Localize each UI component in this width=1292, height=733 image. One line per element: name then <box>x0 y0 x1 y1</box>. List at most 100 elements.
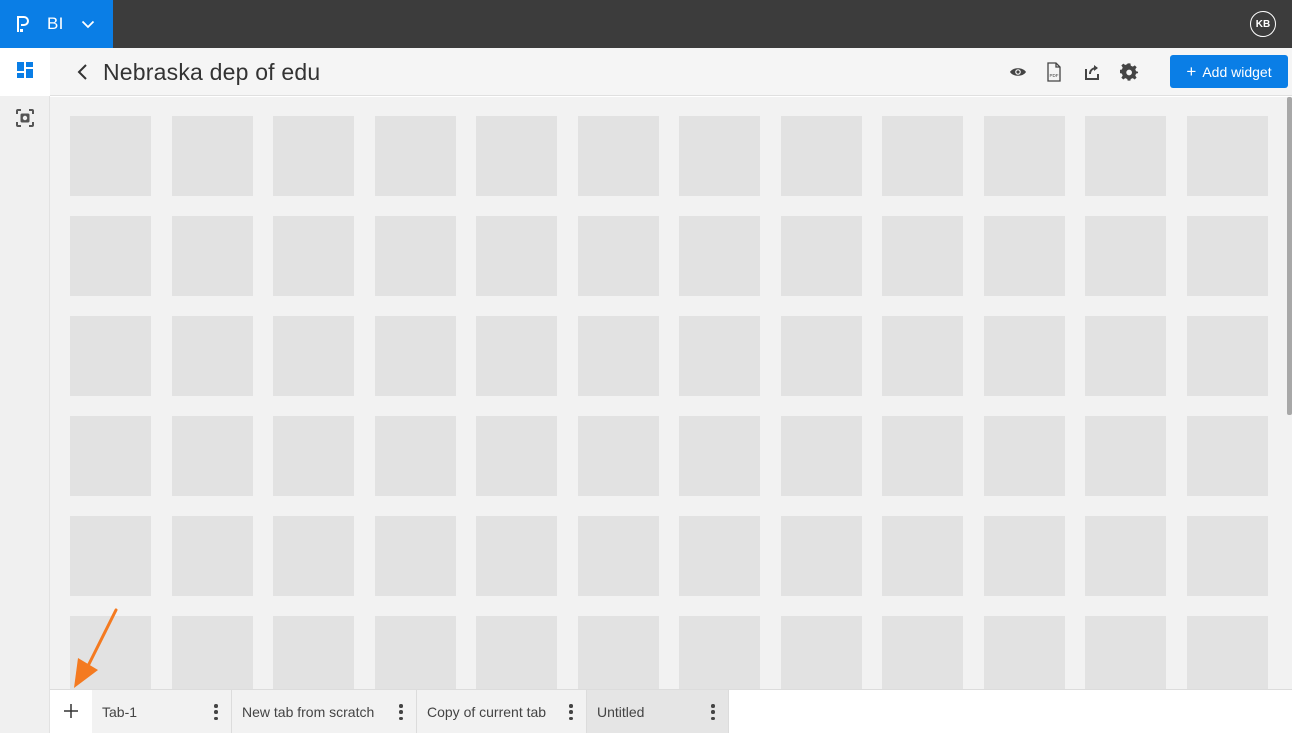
placeholder-cell <box>983 316 1065 396</box>
app-switcher[interactable]: BI <box>0 0 113 48</box>
placeholder-cell <box>577 116 659 196</box>
nav-item-scan[interactable] <box>0 96 50 144</box>
back-button[interactable] <box>70 60 94 84</box>
add-widget-button[interactable]: + Add widget <box>1170 55 1288 88</box>
placeholder-cell <box>273 316 354 396</box>
placeholder-cell <box>476 616 557 689</box>
placeholder-cell <box>1085 616 1166 689</box>
placeholder-cell <box>780 216 862 296</box>
placeholder-cell <box>780 616 862 689</box>
more-vertical-icon[interactable] <box>398 704 404 720</box>
placeholder-cell <box>983 216 1065 296</box>
placeholder-cell <box>882 316 963 396</box>
placeholder-cell <box>70 216 151 296</box>
more-vertical-icon[interactable] <box>568 704 574 720</box>
add-tab-button[interactable] <box>60 700 82 722</box>
product-logo-icon <box>14 12 32 36</box>
placeholder-cell <box>679 616 760 689</box>
tab-copy-of-current-tab[interactable]: Copy of current tab <box>417 690 587 733</box>
placeholder-cell <box>273 216 354 296</box>
placeholder-cell <box>882 616 963 689</box>
placeholder-cell <box>273 616 354 689</box>
placeholder-cell <box>476 516 557 596</box>
placeholder-cell <box>679 216 760 296</box>
placeholder-cell <box>1085 516 1166 596</box>
more-vertical-icon[interactable] <box>710 704 716 720</box>
placeholder-cell <box>780 116 862 196</box>
placeholder-cell <box>577 516 659 596</box>
placeholder-cell <box>882 116 963 196</box>
placeholder-cell <box>1186 116 1268 196</box>
placeholder-cell <box>171 316 253 396</box>
dashboard-header: Nebraska dep of edu PDF + Add widget <box>50 48 1292 96</box>
placeholder-cell <box>374 216 456 296</box>
eye-icon[interactable] <box>1006 60 1030 84</box>
annotation-arrow-icon <box>74 608 118 688</box>
placeholder-cell <box>1186 616 1268 689</box>
placeholder-cell <box>1085 216 1166 296</box>
placeholder-cell <box>476 116 557 196</box>
settings-icon[interactable] <box>1117 60 1141 84</box>
tab-label: Untitled <box>597 703 645 720</box>
pdf-icon[interactable]: PDF <box>1042 60 1066 84</box>
scrollbar-thumb[interactable] <box>1287 97 1292 415</box>
placeholder-cell <box>679 316 760 396</box>
tab-new-tab-from-scratch[interactable]: New tab from scratch <box>232 690 417 733</box>
add-widget-label: Add widget <box>1202 63 1272 80</box>
placeholder-cell <box>983 516 1065 596</box>
placeholder-cell <box>374 416 456 496</box>
tab-untitled[interactable]: Untitled <box>587 690 729 733</box>
plus-icon <box>64 704 78 718</box>
placeholder-cell <box>1186 516 1268 596</box>
placeholder-cell <box>1085 116 1166 196</box>
tab-bar: Tab-1 New tab from scratch Copy of curre… <box>50 689 1292 733</box>
placeholder-cell <box>780 316 862 396</box>
placeholder-cell <box>780 516 862 596</box>
placeholder-cell <box>171 616 253 689</box>
placeholder-cell <box>577 216 659 296</box>
placeholder-cell <box>374 516 456 596</box>
placeholder-cell <box>577 616 659 689</box>
placeholder-cell <box>374 616 456 689</box>
placeholder-cell <box>171 516 253 596</box>
placeholder-cell <box>70 516 151 596</box>
placeholder-cell <box>171 416 253 496</box>
placeholder-cell <box>882 516 963 596</box>
top-bar: BI KB <box>0 0 1292 48</box>
plus-icon: + <box>1186 61 1197 81</box>
placeholder-cell <box>476 316 557 396</box>
placeholder-cell <box>679 116 760 196</box>
placeholder-cell <box>577 416 659 496</box>
placeholder-cell <box>679 416 760 496</box>
nav-item-dashboards[interactable] <box>0 48 50 96</box>
canvas-scrollbar[interactable] <box>1286 97 1292 689</box>
placeholder-cell <box>679 516 760 596</box>
placeholder-cell <box>273 416 354 496</box>
share-icon[interactable] <box>1080 60 1104 84</box>
placeholder-cell <box>1085 416 1166 496</box>
more-vertical-icon[interactable] <box>213 704 219 720</box>
scan-icon <box>15 108 35 133</box>
placeholder-cell <box>983 116 1065 196</box>
placeholder-cell <box>273 516 354 596</box>
user-avatar[interactable]: KB <box>1250 11 1276 37</box>
tab-label: New tab from scratch <box>242 703 375 720</box>
svg-text:PDF: PDF <box>1050 73 1059 78</box>
placeholder-cell <box>983 416 1065 496</box>
placeholder-cell <box>476 416 557 496</box>
placeholder-cell <box>171 216 253 296</box>
chevron-down-icon <box>81 20 95 29</box>
placeholder-cell <box>374 116 456 196</box>
app-name: BI <box>47 14 64 33</box>
placeholder-cell <box>1085 316 1166 396</box>
placeholder-cell <box>374 316 456 396</box>
left-navigation-rail <box>0 48 50 733</box>
placeholder-cell <box>70 416 151 496</box>
dashboard-canvas[interactable] <box>50 97 1286 689</box>
placeholder-cell <box>882 216 963 296</box>
tab-label: Copy of current tab <box>427 703 547 720</box>
placeholder-cell <box>577 316 659 396</box>
placeholder-cell <box>70 316 151 396</box>
dashboard-icon <box>16 61 34 84</box>
placeholder-cell <box>780 416 862 496</box>
